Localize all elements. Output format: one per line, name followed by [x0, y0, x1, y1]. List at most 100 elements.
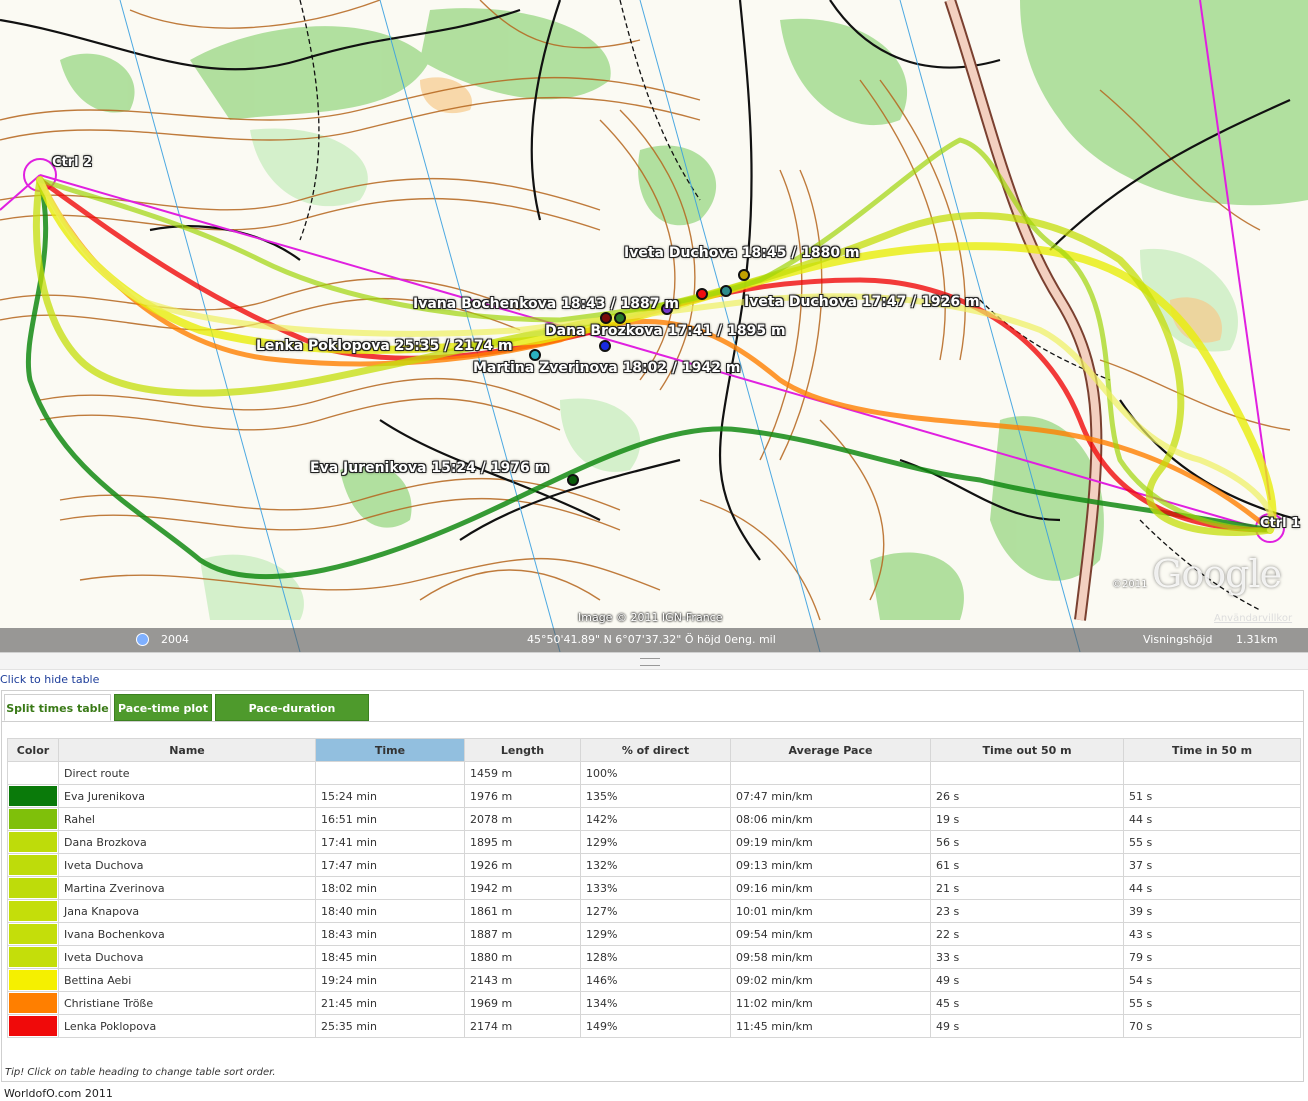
- split-time: 21:45 min: [315, 991, 465, 1015]
- google-logo: Google: [1152, 552, 1282, 596]
- time-in: 37 s: [1123, 853, 1301, 877]
- footer-credit: WorldofO.com 2011: [4, 1087, 113, 1100]
- time-in: 44 s: [1123, 876, 1301, 900]
- percent-of-direct: 134%: [580, 991, 731, 1015]
- route-color-swatch[interactable]: [9, 832, 57, 852]
- split-time: 15:24 min: [315, 784, 465, 808]
- route-color-swatch[interactable]: [9, 901, 57, 921]
- percent-of-direct: 142%: [580, 807, 731, 831]
- average-pace: 09:19 min/km: [730, 830, 931, 854]
- color-cell: [7, 807, 59, 831]
- route-color-swatch[interactable]: [9, 970, 57, 990]
- tab-split-times-table[interactable]: Split times table: [4, 694, 111, 721]
- table-row[interactable]: Rahel 16:51 min 2078 m 142% 08:06 min/km 19 s…: [7, 807, 1301, 831]
- splitter-grip[interactable]: [640, 658, 660, 666]
- split-time: 17:41 min: [315, 830, 465, 854]
- table-row[interactable]: Ivana Bochenkova 18:43 min 1887 m 129% 09:54…: [7, 922, 1301, 946]
- time-in: 70 s: [1123, 1014, 1301, 1038]
- route-length: 2143 m: [464, 968, 581, 992]
- tab-pace-duration-histogram[interactable]: Pace-duration histogram: [215, 694, 369, 742]
- table-row[interactable]: Direct route 1459 m 100%: [7, 761, 1301, 785]
- color-cell: [7, 876, 59, 900]
- column-header-time-out[interactable]: Time out 50 m: [930, 738, 1124, 762]
- hide-table-link[interactable]: Click to hide table: [0, 673, 99, 686]
- column-header-color[interactable]: Color: [7, 738, 59, 762]
- coordinates-readout: 45°50'41.89" N 6°07'37.32" Ö höjd 0eng. …: [527, 633, 776, 646]
- time-out: 49 s: [930, 1014, 1124, 1038]
- column-header-average-pace[interactable]: Average Pace: [730, 738, 931, 762]
- runner-marker[interactable]: [720, 285, 732, 297]
- time-out: 19 s: [930, 807, 1124, 831]
- runner-name: Direct route: [58, 761, 316, 785]
- terms-link[interactable]: Användarvillkor: [1214, 613, 1292, 624]
- route-color-swatch[interactable]: [9, 809, 57, 829]
- color-cell: [7, 968, 59, 992]
- column-header-length[interactable]: Length: [464, 738, 581, 762]
- percent-of-direct: 132%: [580, 853, 731, 877]
- average-pace: 08:06 min/km: [730, 807, 931, 831]
- runner-name: Eva Jurenikova: [58, 784, 316, 808]
- table-row[interactable]: Iveta Duchova 17:47 min 1926 m 132% 09:13 mi…: [7, 853, 1301, 877]
- runner-marker[interactable]: [738, 269, 750, 281]
- runner-marker[interactable]: [696, 288, 708, 300]
- route-color-swatch[interactable]: [9, 878, 57, 898]
- time-out: 45 s: [930, 991, 1124, 1015]
- runner-name: Bettina Aebi: [58, 968, 316, 992]
- tab-divider: [2, 721, 1303, 722]
- control-label-ctrl1: Ctrl 1: [1260, 516, 1301, 531]
- runner-marker[interactable]: [599, 340, 611, 352]
- percent-of-direct: 146%: [580, 968, 731, 992]
- route-color-swatch[interactable]: [9, 855, 57, 875]
- table-row[interactable]: Dana Brozkova 17:41 min 1895 m 129% 09:19 mi…: [7, 830, 1301, 854]
- runner-marker[interactable]: [567, 474, 579, 486]
- time-out: 22 s: [930, 922, 1124, 946]
- runner-label: Eva Jurenikova 15:24 / 1976 m: [310, 460, 550, 476]
- route-color-swatch[interactable]: [9, 993, 57, 1013]
- sort-tip: Tip! Click on table heading to change ta…: [5, 1067, 276, 1078]
- image-credit: Image © 2011 IGN-France: [578, 611, 723, 624]
- route-color-swatch[interactable]: [9, 924, 57, 944]
- color-cell: [7, 853, 59, 877]
- color-cell: [7, 945, 59, 969]
- map-view[interactable]: Ctrl 2 Ctrl 1 Iveta Duchova 18:45 / 1880…: [0, 0, 1308, 652]
- time-out: [930, 761, 1124, 785]
- runner-name: Ivana Bochenkova: [58, 922, 316, 946]
- average-pace: [730, 761, 931, 785]
- split-time: 18:40 min: [315, 899, 465, 923]
- tab-pace-time-plot[interactable]: Pace-time plot: [114, 694, 212, 721]
- imagery-year: 2004: [161, 633, 189, 646]
- table-row[interactable]: Lenka Poklopova 25:35 min 2174 m 149% 11:45 …: [7, 1014, 1301, 1038]
- time-in: 39 s: [1123, 899, 1301, 923]
- column-header-pct-direct[interactable]: % of direct: [580, 738, 731, 762]
- route-color-swatch[interactable]: [9, 1016, 57, 1036]
- view-height-label: Visningshöjd: [1143, 633, 1213, 646]
- average-pace: 09:54 min/km: [730, 922, 931, 946]
- route-length: 1942 m: [464, 876, 581, 900]
- runner-name: Lenka Poklopova: [58, 1014, 316, 1038]
- route-color-swatch[interactable]: [9, 947, 57, 967]
- table-row[interactable]: Bettina Aebi 19:24 min 2143 m 146% 09:02 min…: [7, 968, 1301, 992]
- runner-name: Christiane Tröße: [58, 991, 316, 1015]
- color-cell: [7, 830, 59, 854]
- percent-of-direct: 133%: [580, 876, 731, 900]
- table-row[interactable]: Christiane Tröße 21:45 min 1969 m 134% 11:02…: [7, 991, 1301, 1015]
- table-row[interactable]: Eva Jurenikova 15:24 min 1976 m 135% 07:47 m…: [7, 784, 1301, 808]
- column-header-time[interactable]: Time: [315, 738, 465, 762]
- runner-label: Martina Zverinova 18:02 / 1942 m: [473, 360, 741, 376]
- column-header-name[interactable]: Name: [58, 738, 316, 762]
- table-row[interactable]: Jana Knapova 18:40 min 1861 m 127% 10:01 min…: [7, 899, 1301, 923]
- table-row[interactable]: Martina Zverinova 18:02 min 1942 m 133% 09:1…: [7, 876, 1301, 900]
- route-color-swatch[interactable]: [9, 763, 57, 783]
- panel-splitter[interactable]: [0, 652, 1308, 670]
- time-out: 33 s: [930, 945, 1124, 969]
- runner-name: Dana Brozkova: [58, 830, 316, 854]
- table-row[interactable]: Iveta Duchova 18:45 min 1880 m 128% 09:58 mi…: [7, 945, 1301, 969]
- runner-name: Iveta Duchova: [58, 853, 316, 877]
- column-header-time-in[interactable]: Time in 50 m: [1123, 738, 1301, 762]
- clock-icon[interactable]: [136, 633, 149, 646]
- color-cell: [7, 761, 59, 785]
- split-time: 16:51 min: [315, 807, 465, 831]
- percent-of-direct: 100%: [580, 761, 731, 785]
- route-color-swatch[interactable]: [9, 786, 57, 806]
- time-out: 56 s: [930, 830, 1124, 854]
